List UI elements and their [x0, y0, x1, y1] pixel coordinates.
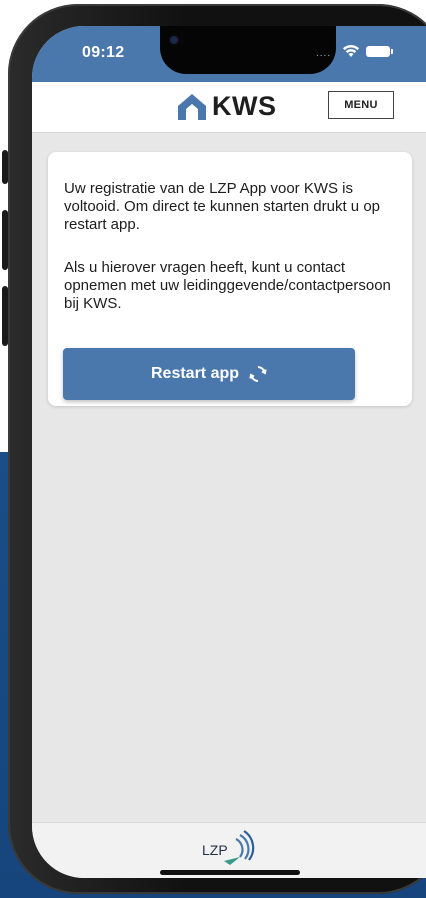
stage: 09:12 .... KWS MENU Uw registratie van d… — [0, 0, 426, 898]
notch — [160, 26, 336, 74]
app-header: KWS MENU — [32, 82, 426, 133]
phone-screen: 09:12 .... KWS MENU Uw registratie van d… — [32, 26, 426, 878]
camera-icon — [170, 36, 178, 44]
wifi-icon — [343, 45, 359, 57]
status-bar: 09:12 .... — [32, 26, 426, 82]
registration-complete-text: Uw registratie van de LZP App voor KWS i… — [64, 180, 381, 233]
refresh-icon — [249, 366, 267, 382]
registration-card: Uw registratie van de LZP App voor KWS i… — [48, 152, 412, 406]
phone-side-button — [2, 150, 8, 184]
menu-button[interactable]: MENU — [328, 91, 394, 119]
kws-logo: KWS — [176, 91, 277, 122]
phone-volume-down-button — [2, 286, 8, 346]
lzp-logo-text: LZP — [202, 842, 228, 858]
status-time: 09:12 — [82, 44, 125, 61]
home-indicator[interactable] — [160, 870, 300, 875]
battery-icon — [366, 46, 393, 57]
restart-app-label: Restart app — [150, 365, 240, 382]
kws-logo-text: KWS — [212, 91, 277, 121]
contact-info-text: Als u hierover vragen heeft, kunt u cont… — [64, 259, 391, 312]
phone-volume-up-button — [2, 210, 8, 270]
signal-indicator: .... — [316, 48, 332, 59]
kws-logo-mark-icon — [178, 93, 206, 120]
lzp-logo: LZP — [202, 830, 255, 865]
restart-app-button[interactable]: Restart app — [63, 348, 355, 400]
